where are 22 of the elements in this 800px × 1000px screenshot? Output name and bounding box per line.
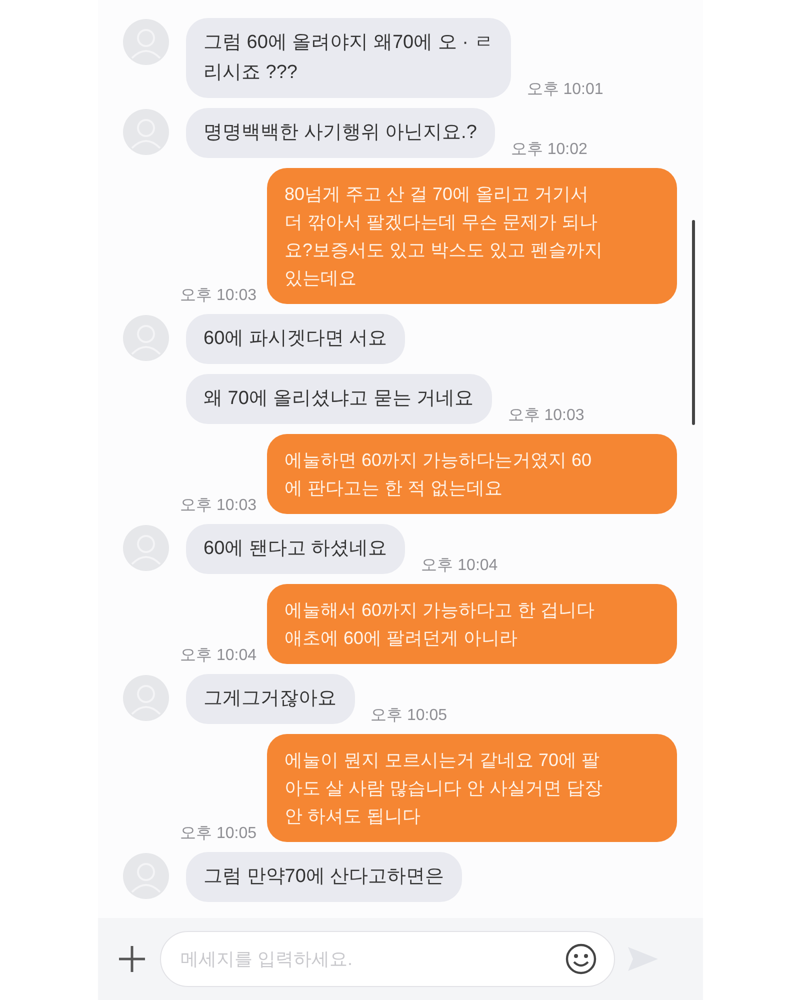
message-time: 오후 10:05: [180, 824, 256, 844]
message-bubble: 명명백백한 사기행위 아닌지요.?: [186, 108, 495, 158]
message-bubble: 에눌이 뭔지 모르시는거 같네요 70에 팔 아도 살 사람 많습니다 안 사실거면 답장 안 하셔도 됩니다: [266, 734, 676, 842]
smiley-icon[interactable]: [564, 943, 596, 975]
message-bubble: 에눌하면 60까지 가능하다는거였지 60 에 판다고는 한 적 없는데요: [266, 434, 676, 514]
message-bubble: 그게그거잖아요: [186, 674, 354, 724]
message-bubble: 그럼 만약70에 산다고하면은: [186, 852, 462, 902]
message-time: 오후 10:03: [180, 496, 256, 516]
message-time: 오후 10:03: [508, 406, 584, 426]
message-bubble: 에눌해서 60까지 가능하다고 한 겁니다 애초에 60에 팔려던게 아니라: [266, 584, 676, 664]
message-bubble: 60에 파시겟다면 서요: [186, 314, 406, 364]
message-time: 오후 10:04: [180, 646, 256, 666]
message-time: 오후 10:01: [526, 80, 604, 100]
message-bubble: 그럼 60에 올려야지 왜70에 오 · ㄹ 리시죠 ???: [186, 18, 511, 98]
message-time: 오후 10:02: [510, 140, 588, 160]
scrollbar[interactable]: [692, 220, 694, 425]
message-time: 오후 10:05: [370, 706, 447, 726]
message-bubble: 60에 됀다고 하셨네요: [186, 524, 406, 574]
message-time: 오후 10:04: [421, 556, 498, 576]
message-time: 오후 10:03: [180, 286, 256, 306]
message-bubble: 80넘게 주고 산 걸 70에 올리고 거기서 더 깎아서 팔겠다는데 무슨 문제가 되나 요?보증서도 있고 박스도 있고 펜슬까지 있는데요: [266, 168, 676, 304]
message-bubble: 왜 70에 올리셨냐고 묻는 거네요: [186, 374, 492, 424]
